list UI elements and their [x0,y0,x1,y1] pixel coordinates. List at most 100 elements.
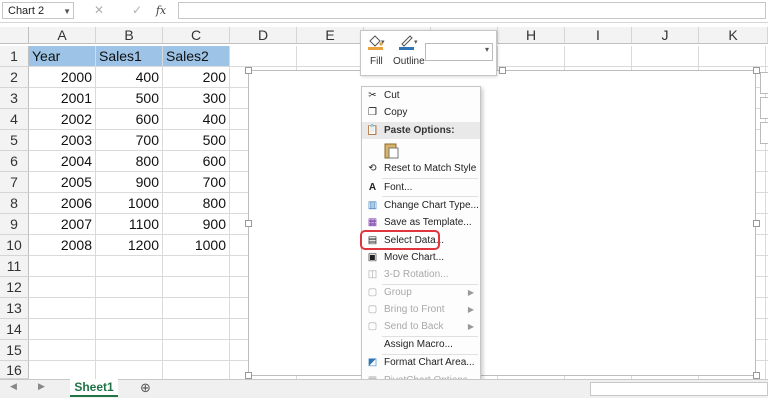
table-cell[interactable]: 700 [96,130,163,151]
chart-area[interactable] [248,70,756,376]
header-cell-sales1[interactable]: Sales1 [96,46,163,67]
row-header[interactable]: 7 [0,172,29,193]
column-header-j[interactable]: J [632,27,699,44]
chevron-down-icon[interactable]: ▾ [485,45,489,54]
resize-handle[interactable] [753,372,760,379]
add-sheet-icon[interactable]: ⊕ [140,380,151,396]
menu-item-3d-rotation[interactable]: ◫ 3-D Rotation... [362,266,480,283]
row-header[interactable]: 11 [0,256,29,277]
table-cell[interactable]: 2004 [29,151,96,172]
table-cell[interactable]: 800 [96,151,163,172]
column-header-b[interactable]: B [96,27,163,44]
column-header-d[interactable]: D [230,27,297,44]
table-cell[interactable]: 1000 [96,193,163,214]
chart-styles-button[interactable] [760,97,768,119]
row-header[interactable]: 16 [0,361,29,379]
name-box[interactable]: Chart 2 ▼ [2,2,74,19]
row-header[interactable]: 12 [0,277,29,298]
row-header[interactable]: 2 [0,67,29,88]
macro-icon [366,338,379,351]
table-cell[interactable]: 900 [163,214,230,235]
resize-handle[interactable] [753,220,760,227]
scroll-right-icon[interactable]: ▶ [38,381,45,392]
menu-item-move-chart[interactable]: ▣ Move Chart... [362,249,480,266]
menu-item-group[interactable]: ▢ Group ▶ [362,284,480,301]
table-cell[interactable]: 1200 [96,235,163,256]
sheet-tab-sheet1[interactable]: Sheet1 [70,379,118,397]
row-header[interactable]: 14 [0,319,29,340]
column-header-h[interactable]: H [498,27,565,44]
header-cell-sales2[interactable]: Sales2 [163,46,230,67]
formula-input[interactable] [178,2,766,19]
chart-element-dropdown[interactable]: ▾ [425,43,493,61]
table-cell[interactable]: 1100 [96,214,163,235]
resize-handle[interactable] [499,67,506,74]
table-cell[interactable]: 2007 [29,214,96,235]
menu-item-copy[interactable]: ❐ Copy [362,104,480,121]
menu-item-save-template[interactable]: ▦ Save as Template... [362,214,480,231]
row-header[interactable]: 13 [0,298,29,319]
resize-handle[interactable] [753,67,760,74]
header-cell-year[interactable]: Year [29,46,96,67]
chevron-right-icon: ▶ [467,288,474,297]
menu-item-bring-front[interactable]: ▢ Bring to Front ▶ [362,301,480,318]
menu-item-assign-macro[interactable]: Assign Macro... [362,336,480,353]
row-header[interactable]: 5 [0,130,29,151]
select-all-corner[interactable] [0,27,29,44]
menu-item-format-chart-area[interactable]: ◩ Format Chart Area... [362,354,480,371]
column-header-k[interactable]: K [699,27,768,44]
enter-icon[interactable]: ✓ [128,2,146,19]
resize-handle[interactable] [245,67,252,74]
resize-handle[interactable] [245,372,252,379]
cancel-icon[interactable]: ✕ [90,2,108,19]
resize-handle[interactable] [245,220,252,227]
chart-filters-button[interactable] [760,122,768,144]
chevron-down-icon[interactable]: ▾ [381,38,385,46]
column-header-a[interactable]: A [29,27,96,44]
table-cell[interactable]: 2002 [29,109,96,130]
function-icon[interactable]: fx [152,2,170,19]
menu-item-reset-style[interactable]: ⟲ Reset to Match Style [362,160,480,177]
table-cell[interactable]: 2006 [29,193,96,214]
table-cell[interactable]: 500 [96,88,163,109]
table-cell[interactable]: 900 [96,172,163,193]
table-cell[interactable]: 400 [163,109,230,130]
row-header[interactable]: 1 [0,46,29,67]
table-cell[interactable]: 500 [163,130,230,151]
row-header[interactable]: 3 [0,88,29,109]
row-header[interactable]: 8 [0,193,29,214]
row-header[interactable]: 6 [0,151,29,172]
chevron-down-icon[interactable]: ▼ [63,3,71,20]
table-cell[interactable]: 2000 [29,67,96,88]
paste-option-button[interactable] [384,141,400,159]
table-cell[interactable]: 2003 [29,130,96,151]
chevron-down-icon[interactable]: ▾ [414,38,418,46]
fill-label: Fill [370,56,383,67]
menu-item-change-chart-type[interactable]: ▥ Change Chart Type... [362,197,480,214]
template-icon: ▦ [367,217,378,228]
table-cell[interactable]: 1000 [163,235,230,256]
row-header[interactable]: 4 [0,109,29,130]
column-header-c[interactable]: C [163,27,230,44]
table-cell[interactable]: 2005 [29,172,96,193]
row-header[interactable]: 15 [0,340,29,361]
chart-elements-button[interactable] [760,72,768,94]
menu-item-send-back[interactable]: ▢ Send to Back ▶ [362,318,480,335]
column-header-i[interactable]: I [565,27,632,44]
row-header[interactable]: 9 [0,214,29,235]
row-header[interactable]: 10 [0,235,29,256]
table-cell[interactable]: 700 [163,172,230,193]
column-header-e[interactable]: E [297,27,364,44]
table-cell[interactable]: 2001 [29,88,96,109]
scroll-left-icon[interactable]: ◀ [10,381,17,392]
table-cell[interactable]: 600 [96,109,163,130]
horizontal-scrollbar[interactable] [590,382,768,396]
table-cell[interactable]: 400 [96,67,163,88]
table-cell[interactable]: 300 [163,88,230,109]
table-cell[interactable]: 800 [163,193,230,214]
table-cell[interactable]: 200 [163,67,230,88]
menu-item-font[interactable]: A Font... [362,179,480,196]
table-cell[interactable]: 2008 [29,235,96,256]
table-cell[interactable]: 600 [163,151,230,172]
menu-item-cut[interactable]: ✂ Cut [362,87,480,104]
